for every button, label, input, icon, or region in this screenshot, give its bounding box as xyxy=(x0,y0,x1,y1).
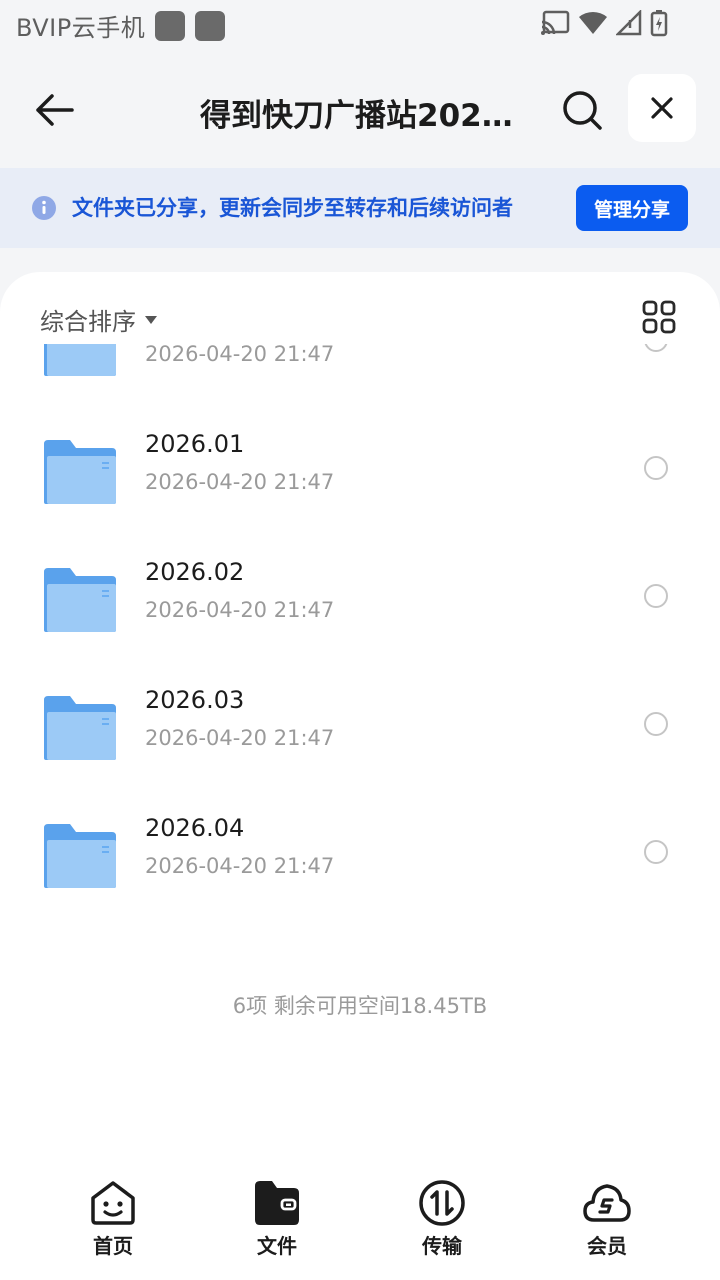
file-list-card: 综合排序 2025 2026-04-20 21:47 xyxy=(0,272,720,1280)
smiley-home-icon xyxy=(91,1181,135,1225)
status-left: BVIP云手机 xyxy=(16,8,226,43)
status-right xyxy=(540,9,668,37)
file-list: 2025 2026-04-20 21:47 2026.01 2026-04-20… xyxy=(0,344,720,964)
file-date: 2026-04-20 21:47 xyxy=(145,470,335,494)
arrow-left-icon xyxy=(36,94,74,126)
nav-item-files[interactable]: 文件 xyxy=(222,1178,332,1268)
select-radio[interactable] xyxy=(644,840,668,864)
nav-label: 会员 xyxy=(587,1234,627,1258)
status-app-name: BVIP云手机 xyxy=(16,14,146,42)
list-item[interactable]: 2026.04 2026-04-20 21:47 xyxy=(0,790,720,918)
nav-item-transfer[interactable]: 传输 xyxy=(387,1178,497,1268)
close-icon xyxy=(651,97,673,119)
screen: BVIP云手机 得到快刀广播站202… 文件夹已分享，更新会同步至转存和后续访问… xyxy=(0,0,720,1280)
bottom-nav: 首页 文件 传输 会员 xyxy=(0,1164,720,1280)
sort-dropdown[interactable]: 综合排序 xyxy=(40,302,158,337)
search-icon xyxy=(563,91,602,130)
folder-icon xyxy=(44,824,116,888)
file-date: 2026-04-20 21:47 xyxy=(145,344,335,366)
nav-item-home[interactable]: 首页 xyxy=(58,1178,168,1268)
sort-label: 综合排序 xyxy=(40,308,136,336)
nav-label: 首页 xyxy=(93,1234,133,1258)
list-item[interactable]: 2026.03 2026-04-20 21:47 xyxy=(0,662,720,790)
notification-icon xyxy=(195,10,226,41)
file-date: 2026-04-20 21:47 xyxy=(145,726,335,750)
storage-summary: 6项 剩余可用空间18.45TB xyxy=(232,994,488,1018)
folder-icon xyxy=(44,568,116,632)
list-item[interactable]: 2025 2026-04-20 21:47 xyxy=(0,344,720,406)
transfer-icon xyxy=(419,1180,465,1226)
share-banner: 文件夹已分享，更新会同步至转存和后续访问者 管理分享 xyxy=(0,168,720,248)
folder-icon xyxy=(44,344,116,376)
list-item[interactable]: 2026.02 2026-04-20 21:47 xyxy=(0,534,720,662)
file-name: 2026.02 xyxy=(145,558,245,586)
grid-view-icon[interactable] xyxy=(642,300,676,334)
share-banner-text: 文件夹已分享，更新会同步至转存和后续访问者 xyxy=(72,196,513,220)
page-title: 得到快刀广播站202… xyxy=(200,98,513,134)
nav-label: 文件 xyxy=(257,1234,297,1258)
select-radio[interactable] xyxy=(644,584,668,608)
folder-files-icon xyxy=(255,1181,299,1225)
file-date: 2026-04-20 21:47 xyxy=(145,854,335,878)
folder-icon xyxy=(44,696,116,760)
select-radio[interactable] xyxy=(644,456,668,480)
caret-down-icon xyxy=(145,315,157,324)
file-name: 2026.04 xyxy=(145,814,245,842)
cast-icon xyxy=(541,10,570,35)
signal-icon xyxy=(616,10,642,36)
file-name: 2026.01 xyxy=(145,430,245,458)
battery-charging-icon xyxy=(650,10,668,37)
nav-label: 传输 xyxy=(422,1234,462,1258)
back-button[interactable] xyxy=(30,86,78,134)
status-bar: BVIP云手机 xyxy=(0,0,720,50)
file-date: 2026-04-20 21:47 xyxy=(145,598,335,622)
manage-share-button[interactable]: 管理分享 xyxy=(576,185,688,231)
header: 得到快刀广播站202… xyxy=(0,50,720,168)
cloud-vip-icon xyxy=(583,1184,631,1222)
notification-icon xyxy=(155,10,186,41)
select-radio[interactable] xyxy=(644,712,668,736)
file-name: 2026.03 xyxy=(145,686,245,714)
wifi-icon xyxy=(579,11,607,35)
info-icon xyxy=(32,196,56,220)
close-button[interactable] xyxy=(628,74,696,142)
search-button[interactable] xyxy=(558,86,606,134)
list-item[interactable]: 2026.01 2026-04-20 21:47 xyxy=(0,406,720,534)
nav-item-vip[interactable]: 会员 xyxy=(552,1178,662,1268)
select-radio[interactable] xyxy=(644,344,668,352)
folder-icon xyxy=(44,440,116,504)
